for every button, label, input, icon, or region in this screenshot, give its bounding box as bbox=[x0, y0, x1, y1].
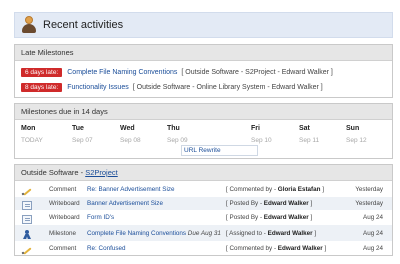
due-milestones-panel: Milestones due in 14 days Mon TODAY Tue … bbox=[14, 103, 393, 159]
pencil-icon bbox=[22, 187, 32, 196]
calendar-day: Wed Sep 08 bbox=[120, 125, 167, 158]
day-name: Wed bbox=[120, 125, 135, 132]
project-activity-panel: Outside Software - S2Project Comment Re:… bbox=[14, 164, 393, 256]
due-date: Due Aug 31 bbox=[187, 229, 221, 237]
activity-link-text[interactable]: Complete File Naming Conventions bbox=[87, 230, 186, 237]
milestone-meta: [ Outside Software - Online Library Syst… bbox=[132, 83, 323, 91]
day-date: Sep 08 bbox=[120, 137, 141, 144]
meta-user: Edward Walker bbox=[277, 245, 323, 252]
day-date: Sep 12 bbox=[346, 137, 367, 144]
day-name: Mon bbox=[21, 125, 36, 132]
meta-prefix: [ Commented by - bbox=[226, 245, 278, 252]
activity-type: Writeboard bbox=[49, 214, 80, 221]
late-milestones-panel: Late Milestones 6 days late: Complete Fi… bbox=[14, 44, 393, 98]
calendar-event-link[interactable]: URL Rewrite bbox=[181, 145, 258, 156]
activity-meta: [ Posted By - Edward Walker ] bbox=[226, 214, 312, 221]
day-name: Sun bbox=[346, 125, 360, 132]
activity-type: Comment bbox=[49, 186, 77, 193]
page-title: Recent activities bbox=[43, 19, 124, 31]
meta-suffix: ] bbox=[312, 229, 317, 237]
activity-row: Comment Re: Confused [ Commented by - Ed… bbox=[15, 242, 392, 255]
calendar-day: Sun Sep 12 bbox=[346, 125, 393, 158]
activity-meta: [ Posted By - Edward Walker ] bbox=[226, 200, 312, 207]
activity-date: Aug 24 bbox=[363, 214, 383, 221]
activity-meta: [ Assigned to - Edward Walker ] bbox=[226, 230, 316, 237]
project-title: Outside Software - S2Project bbox=[15, 165, 392, 181]
activity-date: Yesterday bbox=[355, 200, 383, 207]
activity-date: Aug 24 bbox=[363, 245, 383, 252]
meta-suffix: ] bbox=[308, 200, 313, 207]
day-name: Sat bbox=[299, 125, 310, 132]
late-milestone-row: 8 days late: Functionality Issues [ Outs… bbox=[21, 81, 323, 93]
day-date: Sep 10 bbox=[251, 137, 272, 144]
calendar-day: Mon TODAY bbox=[21, 125, 68, 158]
meta-suffix: ] bbox=[308, 214, 313, 221]
activity-type: Comment bbox=[49, 245, 77, 252]
day-name: Thu bbox=[167, 125, 180, 132]
activity-row: Writeboard Banner Advertisement Size [ P… bbox=[15, 197, 392, 210]
meta-user: Gloria Estafan bbox=[277, 186, 321, 193]
milestone-link[interactable]: Functionality Issues bbox=[67, 84, 128, 91]
late-badge: 6 days late: bbox=[21, 67, 63, 77]
writeboard-icon bbox=[22, 201, 32, 210]
company-name: Outside Software bbox=[21, 168, 79, 177]
meta-prefix: [ Assigned to - bbox=[226, 229, 268, 237]
due-milestones-title: Milestones due in 14 days bbox=[15, 104, 392, 120]
day-name: Tue bbox=[72, 125, 84, 132]
calendar-day: Sat Sep 11 bbox=[299, 125, 346, 158]
activity-row: Comment Re: Banner Advertisement Size [ … bbox=[15, 183, 392, 196]
milestone-meta: [ Outside Software - S2Project - Edward … bbox=[181, 68, 333, 76]
calendar-day: Tue Sep 07 bbox=[72, 125, 119, 158]
late-badge: 8 days late: bbox=[21, 82, 63, 92]
meta-prefix: [ Posted By - bbox=[226, 200, 264, 207]
calendar-strip: Mon TODAY Tue Sep 07 Wed Sep 08 Thu Sep … bbox=[15, 121, 392, 158]
activity-link[interactable]: Re: Banner Advertisement Size bbox=[87, 186, 175, 193]
late-milestone-row: 6 days late: Complete File Naming Conven… bbox=[21, 66, 333, 78]
activity-type: Milestone bbox=[49, 229, 76, 237]
meta-user: Edward Walker bbox=[263, 214, 309, 221]
project-link[interactable]: S2Project bbox=[85, 168, 118, 177]
day-date: Sep 11 bbox=[299, 137, 320, 144]
activity-link[interactable]: Form ID's bbox=[87, 214, 114, 221]
meta-user: Edward Walker bbox=[263, 200, 309, 207]
activity-date: Yesterday bbox=[355, 186, 383, 193]
meta-suffix: ] bbox=[320, 186, 324, 193]
writeboard-icon bbox=[22, 215, 32, 224]
activity-link[interactable]: Complete File Naming Conventions Due Aug… bbox=[87, 230, 222, 237]
meta-suffix: ] bbox=[322, 245, 327, 252]
late-milestones-title: Late Milestones bbox=[15, 45, 392, 61]
activity-row: Milestone Complete File Naming Conventio… bbox=[15, 225, 392, 241]
activity-row: Writeboard Form ID's [ Posted By - Edwar… bbox=[15, 211, 392, 224]
activity-meta: [ Commented by - Edward Walker ] bbox=[226, 245, 326, 252]
activity-meta: [ Commented by - Gloria Estafan ] bbox=[226, 186, 324, 193]
activity-type: Writeboard bbox=[49, 200, 80, 207]
activity-date: Aug 24 bbox=[363, 229, 383, 237]
pencil-icon bbox=[22, 246, 32, 255]
day-date: Sep 09 bbox=[167, 137, 188, 144]
milestone-icon bbox=[22, 230, 32, 240]
user-icon bbox=[21, 16, 37, 34]
calendar-day: Fri Sep 10 bbox=[251, 125, 298, 158]
day-date: Sep 07 bbox=[72, 137, 93, 144]
milestone-link[interactable]: Complete File Naming Conventions bbox=[67, 69, 177, 76]
activity-link[interactable]: Banner Advertisement Size bbox=[87, 200, 163, 207]
meta-user: Edward Walker bbox=[267, 229, 313, 237]
day-name: Fri bbox=[251, 125, 260, 132]
recent-activities-header: Recent activities bbox=[14, 12, 393, 38]
meta-prefix: [ Commented by - bbox=[226, 186, 278, 193]
day-date: TODAY bbox=[21, 137, 43, 144]
meta-prefix: [ Posted By - bbox=[226, 214, 264, 221]
activity-link[interactable]: Re: Confused bbox=[87, 245, 126, 252]
